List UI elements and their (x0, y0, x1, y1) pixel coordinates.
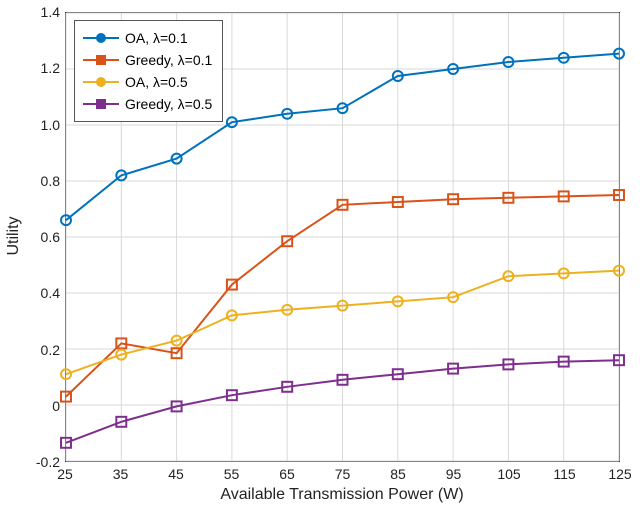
series-line (66, 360, 619, 443)
x-tick-label: 95 (446, 466, 462, 482)
legend-label: Greedy, λ=0.1 (125, 52, 212, 68)
legend: OA, λ=0.1 Greedy, λ=0.1 OA, λ=0.5 Greedy, λ… (74, 20, 223, 122)
series-marker (338, 103, 348, 113)
series-marker (282, 305, 292, 315)
series-marker (393, 197, 403, 207)
series-marker (393, 296, 403, 306)
x-tick-label: 105 (497, 466, 520, 482)
series-marker (503, 271, 513, 281)
chart-container: Utility Available Transmission Power (W)… (0, 0, 640, 508)
legend-swatch (83, 95, 119, 113)
series-marker (559, 357, 569, 367)
legend-entry: OA, λ=0.5 (83, 71, 212, 93)
series-marker (282, 382, 292, 392)
series-marker (503, 57, 513, 67)
series-marker (559, 53, 569, 63)
x-tick-label: 115 (553, 466, 575, 482)
series-marker (61, 438, 71, 448)
series-marker (172, 154, 182, 164)
series-marker (172, 348, 182, 358)
series-marker (614, 355, 624, 365)
series-marker (172, 401, 182, 411)
legend-swatch (83, 73, 119, 91)
legend-swatch (83, 51, 119, 69)
series-marker (61, 369, 71, 379)
series-marker (227, 117, 237, 127)
series-marker (338, 301, 348, 311)
series-marker (448, 364, 458, 374)
series-marker (503, 359, 513, 369)
x-tick-label: 45 (168, 466, 184, 482)
series-marker (227, 310, 237, 320)
x-tick-label: 35 (113, 466, 129, 482)
legend-swatch (83, 29, 119, 47)
legend-entry: Greedy, λ=0.1 (83, 49, 212, 71)
series-marker (227, 280, 237, 290)
x-tick-label: 125 (608, 466, 631, 482)
series-line (66, 271, 619, 375)
series-marker (116, 170, 126, 180)
y-tick-label: 0.2 (20, 342, 60, 358)
series-marker (172, 336, 182, 346)
series-marker (338, 375, 348, 385)
series-marker (503, 193, 513, 203)
y-tick-label: 0.4 (20, 285, 60, 301)
y-tick-label: 1.2 (20, 60, 60, 76)
x-axis-label: Available Transmission Power (W) (220, 486, 463, 504)
y-tick-label: 0 (20, 398, 60, 414)
series-marker (448, 292, 458, 302)
x-tick-label: 65 (279, 466, 295, 482)
y-tick-label: 0.6 (20, 229, 60, 245)
series-marker (282, 109, 292, 119)
y-tick-label: 0.8 (20, 173, 60, 189)
series-marker (282, 236, 292, 246)
series-line (66, 195, 619, 397)
series-marker (116, 338, 126, 348)
x-tick-label: 55 (224, 466, 240, 482)
x-tick-label: 85 (390, 466, 406, 482)
legend-label: Greedy, λ=0.5 (125, 96, 212, 112)
legend-label: OA, λ=0.1 (125, 30, 188, 46)
legend-entry: Greedy, λ=0.5 (83, 93, 212, 115)
legend-label: OA, λ=0.5 (125, 74, 188, 90)
series-marker (614, 266, 624, 276)
x-tick-label: 75 (335, 466, 351, 482)
series-marker (61, 215, 71, 225)
series-marker (559, 268, 569, 278)
series-marker (61, 392, 71, 402)
series-marker (393, 369, 403, 379)
legend-entry: OA, λ=0.1 (83, 27, 212, 49)
series-marker (614, 190, 624, 200)
series-marker (227, 390, 237, 400)
y-tick-label: 1.4 (20, 4, 60, 20)
series-marker (614, 49, 624, 59)
series-marker (559, 191, 569, 201)
series-marker (448, 64, 458, 74)
series-marker (448, 194, 458, 204)
y-tick-label: -0.2 (20, 454, 60, 470)
y-tick-label: 1.0 (20, 117, 60, 133)
series-marker (338, 200, 348, 210)
series-marker (116, 417, 126, 427)
series-marker (393, 71, 403, 81)
series-marker (116, 350, 126, 360)
